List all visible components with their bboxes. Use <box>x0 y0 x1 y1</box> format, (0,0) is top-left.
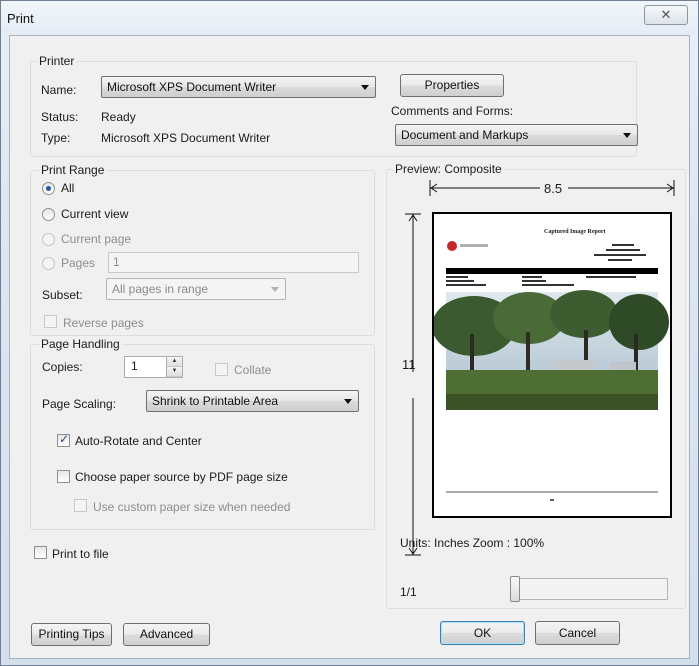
custom-paper-size-checkbox[interactable] <box>74 499 87 512</box>
subset-value: All pages in range <box>112 282 209 296</box>
type-value: Microsoft XPS Document Writer <box>101 131 271 145</box>
ok-button[interactable]: OK <box>440 621 525 645</box>
ok-label: OK <box>473 626 492 640</box>
cancel-label: Cancel <box>558 626 597 640</box>
chevron-down-icon <box>271 287 279 292</box>
advanced-button[interactable]: Advanced <box>123 623 210 646</box>
print-range-legend: Print Range <box>39 163 107 177</box>
height-dimension <box>405 213 421 556</box>
chevron-down-icon <box>361 85 369 90</box>
current-page-radio[interactable] <box>42 233 55 246</box>
preview-legend: Preview: Composite <box>393 162 504 176</box>
print-to-file-checkbox[interactable] <box>34 546 47 559</box>
pages-input[interactable]: 1 <box>108 252 359 273</box>
printer-name-label: Name: <box>41 83 77 97</box>
printing-tips-button[interactable]: Printing Tips <box>31 623 112 646</box>
spin-up-icon[interactable]: ▲ <box>167 357 182 367</box>
copies-spinner[interactable]: ▲ ▼ <box>166 357 182 377</box>
choose-paper-source-checkbox[interactable] <box>57 470 70 483</box>
print-dialog: Print ✕ Printer Name: Microsoft XPS Docu… <box>0 0 699 666</box>
properties-button-label: Properties <box>424 78 480 92</box>
current-view-radio[interactable] <box>42 208 55 221</box>
pages-input-value: 1 <box>113 255 120 269</box>
comments-forms-select[interactable]: Document and Markups <box>395 124 638 146</box>
reverse-pages-checkbox[interactable] <box>44 315 57 328</box>
advanced-label: Advanced <box>139 627 194 641</box>
page-preview: Captured Image Report <box>432 212 672 518</box>
pages-radio[interactable] <box>42 257 55 270</box>
page-slider-thumb[interactable] <box>510 576 520 602</box>
chevron-down-icon <box>344 399 352 404</box>
spin-down-icon[interactable]: ▼ <box>167 367 182 377</box>
pages-label: Pages <box>61 256 96 270</box>
current-view-label: Current view <box>61 207 129 221</box>
close-icon: ✕ <box>660 7 672 22</box>
window-title: Print <box>7 11 34 26</box>
height-label: 11 <box>402 357 416 372</box>
custom-paper-size-label: Use custom paper size when needed <box>93 500 291 514</box>
preview-doc-title: Captured Image Report <box>544 229 606 235</box>
print-to-file-label: Print to file <box>52 547 109 561</box>
status-label: Status: <box>41 110 79 124</box>
status-value: Ready <box>101 110 136 124</box>
chevron-down-icon <box>623 133 631 138</box>
auto-rotate-checkbox[interactable]: ✓ <box>57 432 70 447</box>
auto-rotate-label: Auto-Rotate and Center <box>75 434 202 448</box>
all-label: All <box>61 181 75 195</box>
printer-name-value: Microsoft XPS Document Writer <box>107 80 277 94</box>
all-radio[interactable] <box>42 182 55 195</box>
page-scaling-label: Page Scaling: <box>42 397 117 411</box>
units-zoom-label: Units: Inches Zoom : 100% <box>400 536 545 550</box>
collate-label: Collate <box>234 363 272 377</box>
copies-label: Copies: <box>42 360 83 374</box>
printer-legend: Printer <box>37 54 77 68</box>
page-preview-graphic <box>434 241 669 501</box>
choose-paper-source-label: Choose paper source by PDF page size <box>75 470 288 484</box>
type-label: Type: <box>41 131 71 145</box>
current-page-label: Current page <box>61 232 132 246</box>
page-handling-legend: Page Handling <box>39 337 122 351</box>
collate-checkbox[interactable] <box>215 363 228 376</box>
printer-name-select[interactable]: Microsoft XPS Document Writer <box>101 76 376 98</box>
printing-tips-label: Printing Tips <box>38 627 105 641</box>
title-bar: Print ✕ <box>1 1 698 35</box>
page-scaling-select[interactable]: Shrink to Printable Area <box>146 390 359 412</box>
page-scaling-value: Shrink to Printable Area <box>152 394 279 408</box>
subset-select[interactable]: All pages in range <box>106 278 286 300</box>
dialog-body: Printer Name: Microsoft XPS Document Wri… <box>9 35 690 659</box>
checkmark-icon: ✓ <box>59 432 70 446</box>
comments-forms-label: Comments and Forms: <box>391 104 514 118</box>
page-indicator: 1/1 <box>400 585 417 599</box>
subset-label: Subset: <box>42 288 83 302</box>
reverse-pages-label: Reverse pages <box>63 316 144 330</box>
copies-input[interactable]: 1 ▲ ▼ <box>124 356 183 378</box>
close-button[interactable]: ✕ <box>644 5 688 25</box>
width-label: 8.5 <box>544 181 563 196</box>
comments-forms-value: Document and Markups <box>401 128 529 142</box>
copies-value: 1 <box>131 359 138 373</box>
properties-button[interactable]: Properties <box>400 74 504 97</box>
cancel-button[interactable]: Cancel <box>535 621 620 645</box>
page-slider-track[interactable] <box>510 578 668 600</box>
